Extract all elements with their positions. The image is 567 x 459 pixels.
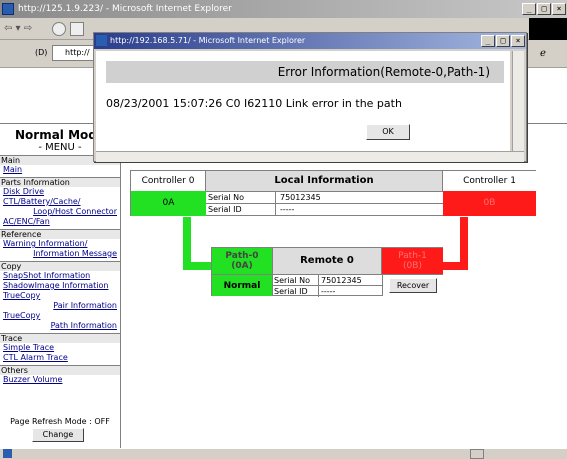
menu-link[interactable]: Path Information bbox=[0, 321, 120, 331]
recover-cell: Recover bbox=[382, 274, 443, 296]
dialog-hscrollbar[interactable] bbox=[96, 151, 524, 162]
menu-link[interactable]: TrueCopy bbox=[0, 311, 120, 321]
window-controls: _ □ × bbox=[522, 3, 566, 15]
dialog-body: Error Information(Remote-0,Path-1) 08/23… bbox=[96, 51, 510, 151]
dialog-title: http://192.168.5.71/ - Microsoft Interne… bbox=[110, 36, 306, 45]
menu-link[interactable]: CTL/Battery/Cache/ bbox=[0, 197, 120, 207]
dialog-controls: _ □ × bbox=[481, 35, 525, 47]
browser-titlebar: http://125.1.9.223/ - Microsoft Internet… bbox=[0, 0, 567, 18]
dialog-vscrollbar[interactable] bbox=[512, 51, 524, 151]
local-info-table: Controller 0 Local Information Controlle… bbox=[130, 170, 536, 216]
menu-link[interactable]: ShadowImage Information bbox=[0, 281, 120, 291]
local-info-heading: Local Information bbox=[206, 171, 443, 191]
refresh-icon[interactable] bbox=[70, 22, 84, 36]
error-header: Error Information(Remote-0,Path-1) bbox=[106, 61, 504, 83]
menu-link[interactable]: Loop/Host Connector bbox=[0, 207, 120, 217]
menu-link[interactable]: Information Message bbox=[0, 249, 120, 259]
serial-no-label: Serial No bbox=[206, 192, 276, 204]
menu-section-header: Reference bbox=[0, 229, 120, 239]
change-button[interactable]: Change bbox=[32, 428, 84, 442]
serial-no-value: 75012345 bbox=[276, 192, 443, 204]
path-status-cell: Normal bbox=[212, 274, 272, 296]
menu-link[interactable]: Main bbox=[0, 165, 120, 175]
menu-section-header: Parts Information bbox=[0, 177, 120, 187]
refresh-mode-text: Page Refresh Mode : OFF bbox=[10, 417, 110, 426]
remote-serial-block: Serial No 75012345 Serial ID ----- bbox=[272, 274, 383, 297]
remote-info-table: Path-0 (0A) Remote 0 Path-1 (0B) Normal … bbox=[211, 247, 443, 297]
menu-link[interactable]: Pair Information bbox=[0, 301, 120, 311]
menu-section-header: Copy bbox=[0, 261, 120, 271]
stop-icon[interactable] bbox=[52, 22, 66, 36]
error-message: 08/23/2001 15:07:26 C0 I62110 Link error… bbox=[106, 97, 402, 110]
port-0a-cell: 0A bbox=[131, 191, 206, 216]
dialog-maximize-button[interactable]: □ bbox=[496, 35, 510, 47]
zone-icon bbox=[470, 449, 484, 459]
back-icon[interactable]: ⇦ ▾ ⇨ bbox=[4, 23, 32, 34]
menu-link[interactable]: SnapShot Information bbox=[0, 271, 120, 281]
dialog-close-button[interactable]: × bbox=[511, 35, 525, 47]
windows-logo bbox=[529, 18, 567, 40]
menu-link[interactable]: CTL Alarm Trace bbox=[0, 353, 120, 363]
controller0-label: Controller 0 bbox=[131, 171, 206, 191]
menu-section-header: Others bbox=[0, 365, 120, 375]
remote-serial-no-label: Serial No bbox=[273, 275, 319, 286]
remote-serial-id-label: Serial ID bbox=[273, 286, 319, 297]
menu-link[interactable]: Buzzer Volume bbox=[0, 375, 120, 385]
serial-id-value: ----- bbox=[280, 205, 295, 214]
path0-line-horizontal bbox=[183, 262, 212, 270]
controller1-label: Controller 1 bbox=[443, 171, 536, 191]
ie-icon bbox=[2, 3, 14, 15]
dialog-ie-icon bbox=[96, 35, 107, 46]
maximize-button[interactable]: □ bbox=[537, 3, 551, 15]
menu-section-header: Trace bbox=[0, 333, 120, 343]
port-0b-cell: 0B bbox=[443, 191, 536, 216]
path0-cell: Path-0 (0A) bbox=[212, 248, 272, 274]
menu-link[interactable]: AC/ENC/Fan bbox=[0, 217, 120, 227]
status-bar bbox=[0, 448, 567, 459]
dialog-titlebar: http://192.168.5.71/ - Microsoft Interne… bbox=[94, 33, 526, 49]
remote-serial-no-value: 75012345 bbox=[319, 275, 383, 286]
recover-button[interactable]: Recover bbox=[389, 278, 437, 293]
menu-link[interactable]: TrueCopy bbox=[0, 291, 120, 301]
remote-heading: Remote 0 bbox=[272, 248, 382, 274]
ok-button[interactable]: OK bbox=[366, 124, 410, 140]
content-frame: Controller 0 Local Information Controlle… bbox=[121, 124, 567, 448]
dialog-minimize-button[interactable]: _ bbox=[481, 35, 495, 47]
menu-link[interactable]: Warning Information/ bbox=[0, 239, 120, 249]
error-dialog: http://192.168.5.71/ - Microsoft Interne… bbox=[93, 32, 527, 162]
menu-link[interactable]: Disk Drive bbox=[0, 187, 120, 197]
minimize-button[interactable]: _ bbox=[522, 3, 536, 15]
menu-link[interactable]: Simple Trace bbox=[0, 343, 120, 353]
menu-sections: Main Main Parts Information Disk Drive CTL/B… bbox=[0, 155, 120, 385]
menu-frame: Normal Mode - MENU - Main Main Parts Infor… bbox=[0, 124, 121, 448]
remote-serial-id-value: ----- bbox=[321, 287, 336, 296]
path1-line-horizontal bbox=[441, 262, 468, 270]
local-serial-block: Serial No 75012345 Serial ID ----- bbox=[206, 191, 443, 216]
path1-cell: Path-1 (0B) bbox=[382, 248, 443, 274]
link-icon[interactable]: ℯ bbox=[540, 48, 546, 59]
close-button[interactable]: × bbox=[552, 3, 566, 15]
serial-id-label: Serial ID bbox=[206, 204, 276, 216]
address-label: (D) bbox=[35, 48, 48, 57]
page-icon bbox=[3, 449, 12, 458]
browser-title: http://125.1.9.223/ - Microsoft Internet… bbox=[18, 4, 232, 14]
